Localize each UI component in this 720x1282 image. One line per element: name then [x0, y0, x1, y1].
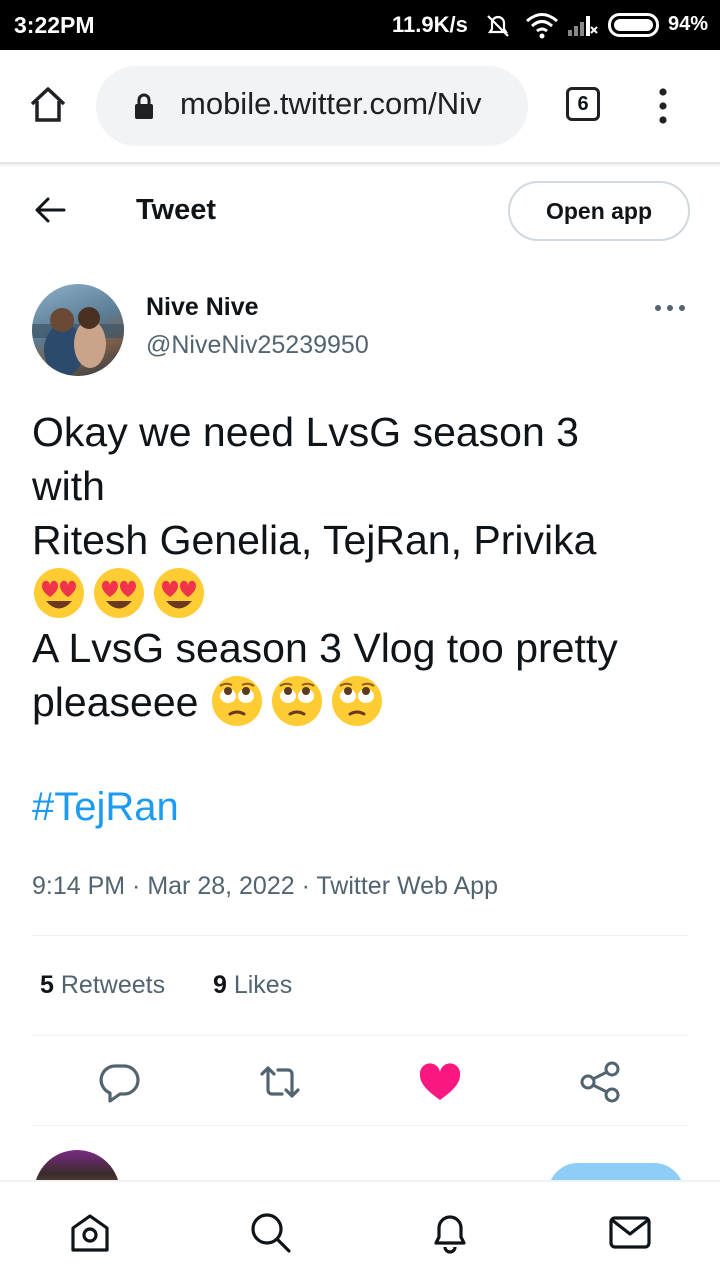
bottom-navigation: [0, 1180, 720, 1282]
url-text[interactable]: mobile.twitter.com/Niv: [180, 86, 510, 122]
home-icon[interactable]: [28, 84, 68, 124]
heart-eyes-emoji: [34, 568, 84, 619]
search-icon[interactable]: [248, 1210, 292, 1254]
author-name[interactable]: Nive Nive: [146, 293, 259, 322]
rolling-eyes-emoji: [330, 674, 384, 728]
status-time: 3:22PM: [14, 12, 95, 38]
battery-percent: 94%: [668, 13, 709, 35]
tweet-line-with-emoji: pleaseee: [32, 674, 688, 729]
divider: [32, 1125, 688, 1126]
retweets-stat[interactable]: 5 Retweets: [40, 971, 165, 999]
tweet-line-text: pleaseee: [32, 679, 210, 725]
like-icon[interactable]: [416, 1058, 464, 1106]
likes-stat[interactable]: 9 Likes: [213, 971, 292, 999]
retweets-count: 5: [40, 971, 54, 999]
hashtag-link[interactable]: #TejRan: [32, 785, 179, 830]
page-title: Tweet: [136, 194, 217, 226]
tweet-stats: 5 Retweets 9 Likes: [40, 971, 292, 1000]
battery-icon: [608, 13, 659, 37]
notifications-icon[interactable]: [428, 1210, 472, 1254]
tab-switcher-button[interactable]: 6: [566, 87, 600, 121]
reply-icon[interactable]: [96, 1058, 144, 1106]
share-icon[interactable]: [576, 1058, 624, 1106]
rolling-eyes-emoji: [210, 674, 264, 728]
status-bar: 3:22PM 11.9K/s 94%: [0, 0, 720, 50]
open-app-button[interactable]: Open app: [508, 181, 690, 241]
tweet-text: Okay we need LvsG season 3 with Ritesh G…: [32, 405, 688, 729]
retweet-icon[interactable]: [256, 1058, 304, 1106]
heart-eyes-emoji: [94, 568, 144, 619]
browser-menu-icon[interactable]: [654, 86, 672, 126]
retweets-label: Retweets: [60, 971, 166, 999]
lock-icon[interactable]: [133, 93, 155, 121]
tweet-line: with: [32, 463, 105, 509]
tweet-line: Okay we need LvsG season 3: [32, 409, 579, 455]
divider: [32, 1035, 688, 1036]
likes-count: 9: [212, 971, 227, 999]
tweet-line: Ritesh Genelia, TejRan, Privika: [32, 517, 597, 563]
emoji-line: [32, 567, 688, 621]
wifi-icon: [526, 13, 558, 39]
home-icon[interactable]: [68, 1210, 112, 1254]
tweet-line: A LvsG season 3 Vlog too pretty: [32, 625, 618, 671]
heart-eyes-emoji: [154, 568, 204, 619]
browser-toolbar: mobile.twitter.com/Niv 6: [0, 50, 720, 164]
signal-icon: [568, 16, 598, 36]
messages-icon[interactable]: [608, 1210, 652, 1254]
author-handle[interactable]: @NiveNiv25239950: [146, 331, 369, 360]
avatar-photo: [32, 307, 124, 376]
network-speed: 11.9K/s: [392, 12, 468, 37]
silent-bell-icon: [487, 15, 509, 37]
back-arrow-icon[interactable]: [34, 196, 66, 224]
rolling-eyes-emoji: [270, 674, 324, 728]
tweet-timestamp[interactable]: 9:14 PM · Mar 28, 2022 · Twitter Web App: [32, 872, 498, 901]
likes-label: Likes: [233, 971, 293, 999]
divider: [32, 935, 688, 936]
more-options-icon[interactable]: [654, 302, 686, 314]
author-avatar[interactable]: [32, 284, 124, 376]
